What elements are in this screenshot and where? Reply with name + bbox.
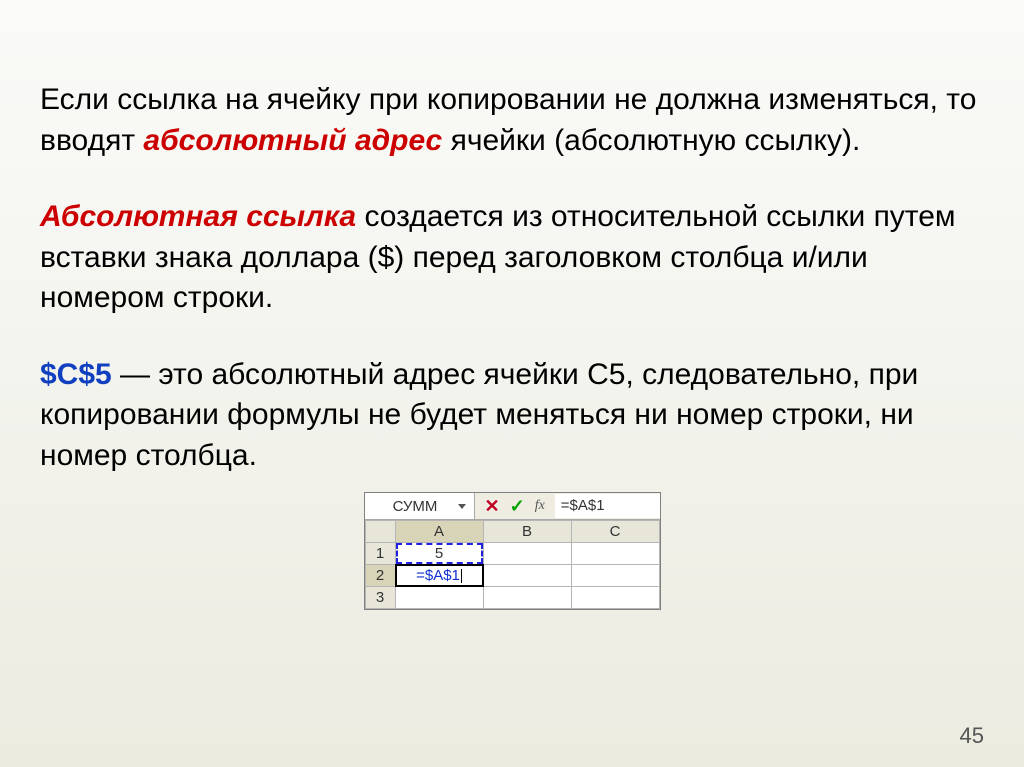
cell-value: =$A$1: [416, 567, 460, 584]
confirm-icon[interactable]: ✓: [510, 496, 525, 517]
cell-value: 5: [435, 545, 443, 562]
row-header-1[interactable]: 1: [365, 543, 395, 565]
name-box[interactable]: СУММ: [365, 493, 475, 519]
cell-a3[interactable]: [395, 587, 483, 609]
cell-c2[interactable]: [571, 565, 659, 587]
select-all-corner[interactable]: [365, 521, 395, 543]
paragraph-1: Если ссылка на ячейку при копировании не…: [40, 80, 984, 161]
term-absolute-reference: Абсолютная ссылка: [40, 200, 356, 233]
cell-a2[interactable]: =$A$1: [395, 565, 483, 587]
page-number: 45: [960, 723, 984, 749]
row-header-2[interactable]: 2: [365, 565, 395, 587]
row-header-3[interactable]: 3: [365, 587, 395, 609]
formula-bar: СУММ ✕ ✓ fx =$A$1: [365, 493, 660, 520]
column-header-a[interactable]: A: [395, 521, 483, 543]
column-header-c[interactable]: C: [571, 521, 659, 543]
term-absolute-address: абсолютный адрес: [143, 124, 442, 157]
text-cursor: [461, 569, 462, 583]
cell-b1[interactable]: [483, 543, 571, 565]
paragraph-3: $C$5 — это абсолютный адрес ячейки С5, с…: [40, 355, 984, 477]
cell-c1[interactable]: [571, 543, 659, 565]
name-box-value: СУММ: [373, 498, 458, 515]
fx-icon[interactable]: fx: [535, 498, 545, 514]
spreadsheet-screenshot: СУММ ✕ ✓ fx =$A$1 A B C 1: [364, 492, 661, 610]
cancel-icon[interactable]: ✕: [485, 496, 500, 517]
cell-a1[interactable]: 5: [395, 543, 483, 565]
chevron-down-icon: [458, 504, 466, 509]
formula-input[interactable]: =$A$1: [555, 494, 660, 518]
column-header-b[interactable]: B: [483, 521, 571, 543]
spreadsheet-grid: A B C 1 5 2 =$A$1: [365, 520, 660, 609]
cell-b3[interactable]: [483, 587, 571, 609]
text: — это абсолютный адрес ячейки С5, следов…: [40, 358, 918, 472]
text: ячейки (абсолютную ссылку).: [442, 124, 860, 157]
cell-ref-example: $C$5: [40, 358, 112, 391]
cell-b2[interactable]: [483, 565, 571, 587]
cell-c3[interactable]: [571, 587, 659, 609]
paragraph-2: Абсолютная ссылка создается из относител…: [40, 197, 984, 319]
